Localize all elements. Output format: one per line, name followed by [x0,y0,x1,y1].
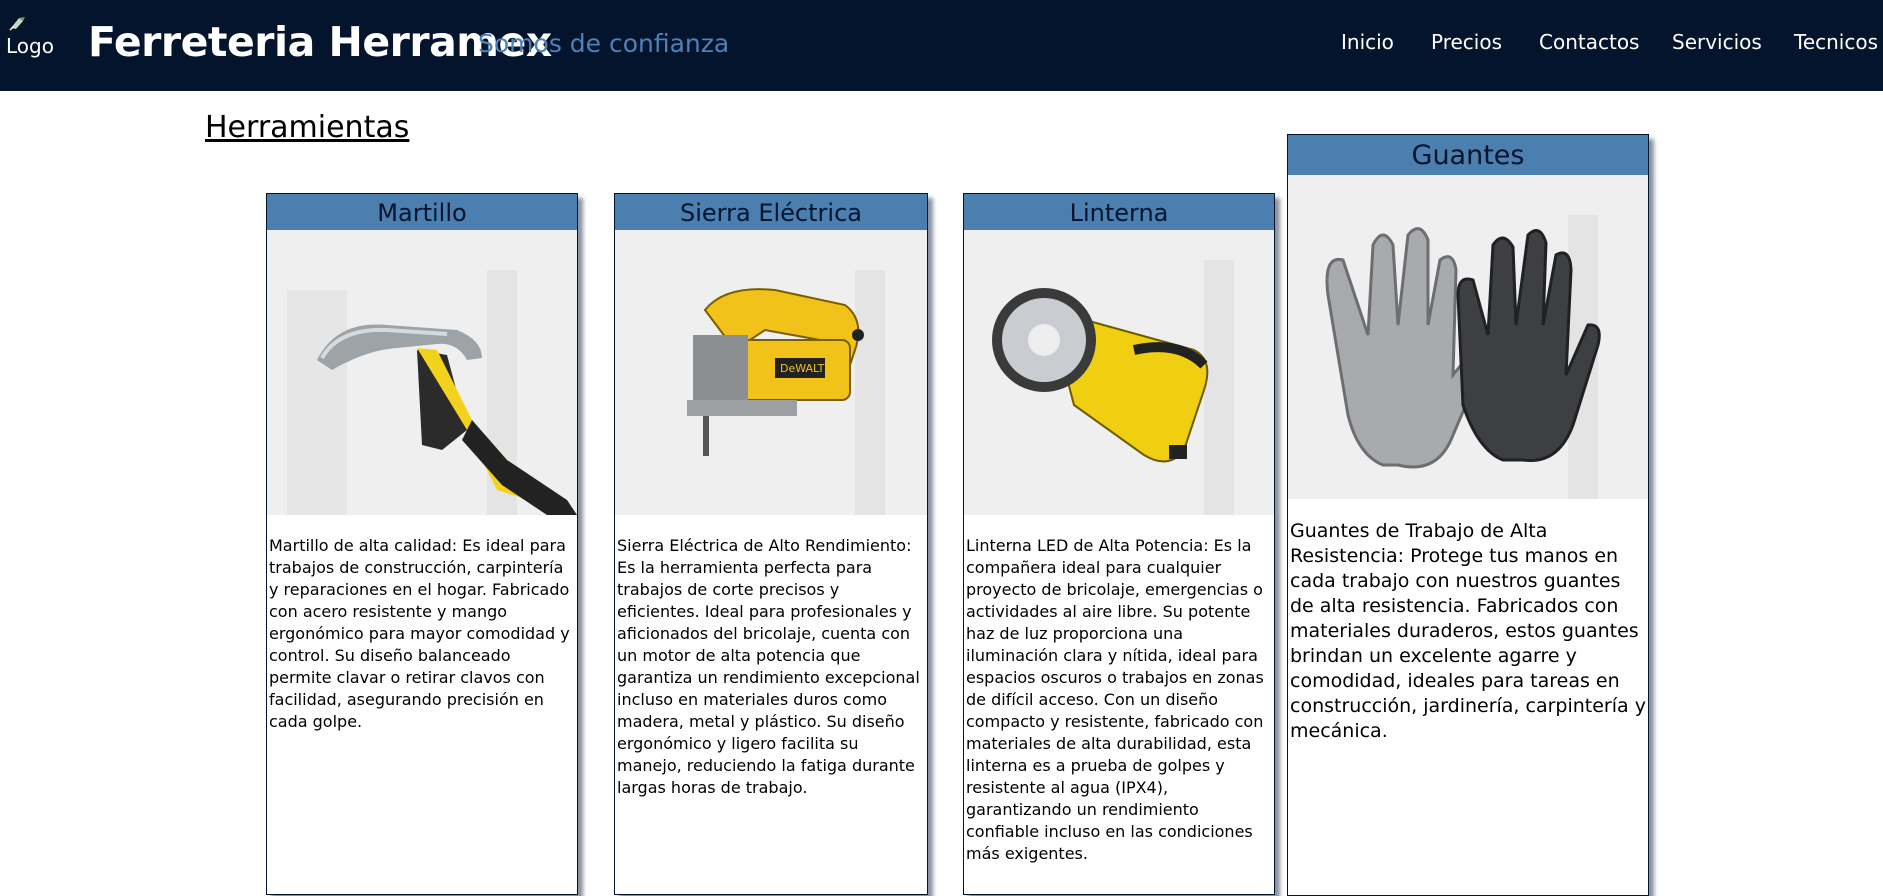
nav-link-inicio[interactable]: Inicio [1341,30,1394,54]
svg-text:DeWALT: DeWALT [780,362,825,375]
product-card-title: Martillo [267,194,577,230]
hammer-image [267,230,577,515]
product-card-guantes[interactable]: Guantes Guantes de Trabajo de Alta Resis… [1287,134,1649,896]
product-card-martillo[interactable]: Martillo Martillo de alta calidad: Es id… [266,193,578,895]
product-card-linterna[interactable]: Linterna Linterna LED de Alta Potencia: … [963,193,1275,895]
gloves-image [1288,175,1648,499]
product-card-sierra-electrica[interactable]: Sierra Eléctrica DeWALT Sierra Eléctrica… [614,193,928,895]
product-card-title: Linterna [964,194,1274,230]
nav-link-precios[interactable]: Precios [1431,30,1502,54]
product-card-description: Guantes de Trabajo de Alta Resistencia: … [1290,520,1646,742]
product-card-title: Guantes [1288,135,1648,175]
nav-link-contactos[interactable]: Contactos [1539,30,1639,54]
header-bar: Logo Ferreteria Herramex Somos de confia… [0,0,1883,91]
product-card-description: Sierra Eléctrica de Alto Rendimiento: Es… [617,536,920,797]
main-nav: Inicio Precios Contactos Servicios Tecni… [0,30,1883,60]
nav-link-tecnicos[interactable]: Tecnicos [1794,30,1878,54]
nav-link-servicios[interactable]: Servicios [1672,30,1762,54]
product-card-title: Sierra Eléctrica [615,194,927,230]
flashlight-image [964,230,1274,515]
jigsaw-image: DeWALT [615,230,927,515]
product-card-description: Martillo de alta calidad: Es ideal para … [269,536,570,731]
section-title: Herramientas [205,110,410,145]
product-card-description: Linterna LED de Alta Potencia: Es la com… [966,536,1264,863]
